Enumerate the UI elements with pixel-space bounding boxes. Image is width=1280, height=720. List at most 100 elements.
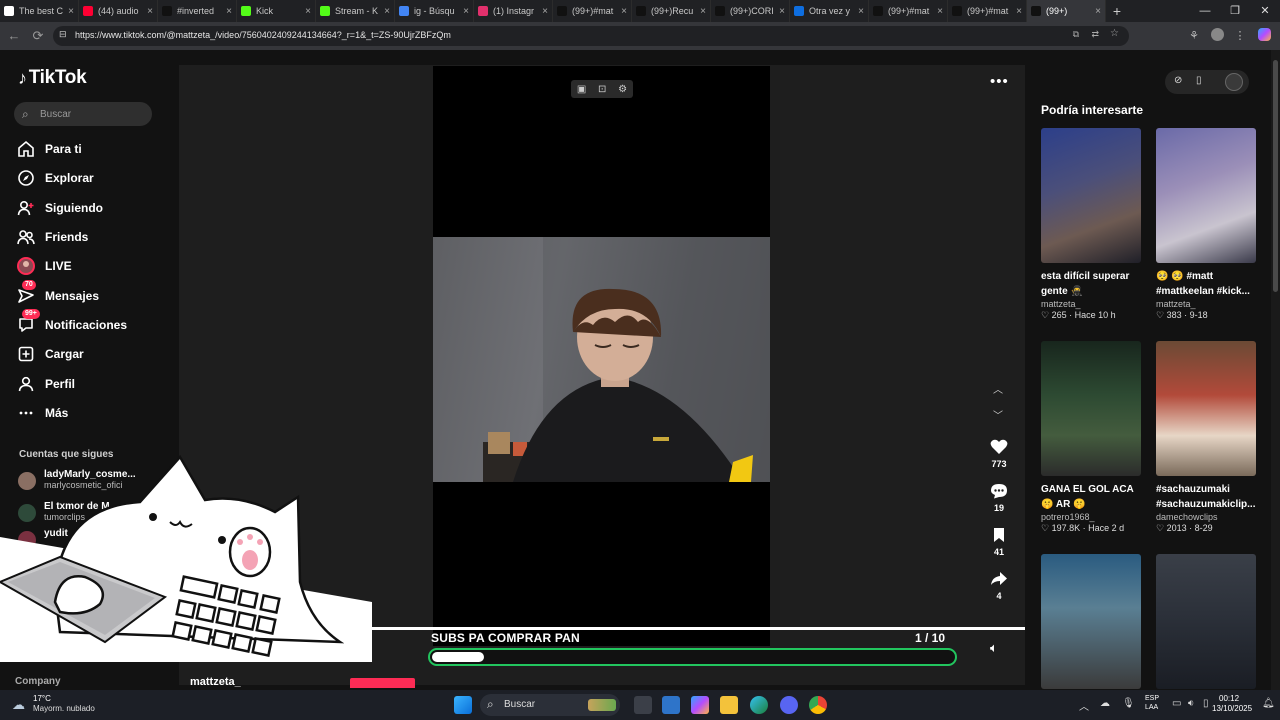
video-caption[interactable]: 🥺 🥺 #matt #mattkeelan #kick...	[1156, 269, 1256, 299]
sidebar-item-cargar[interactable]: Cargar	[16, 343, 166, 365]
browser-tab[interactable]: #inverted ×	[158, 0, 237, 22]
windows-start-icon[interactable]	[454, 696, 472, 714]
chrome-icon[interactable]	[809, 696, 827, 714]
video-author[interactable]: mattzeta_	[190, 676, 241, 688]
extensions-icon[interactable]: ⚘	[1186, 28, 1202, 44]
close-tab-icon[interactable]: ×	[1016, 6, 1022, 17]
settings-icon[interactable]: ⚙	[618, 84, 627, 95]
page-scrollbar[interactable]	[1271, 50, 1280, 690]
scrollbar-thumb[interactable]	[1273, 60, 1278, 292]
edge-icon[interactable]	[750, 696, 768, 714]
sidebar-item-mensajes[interactable]: 70 Mensajes	[16, 280, 166, 307]
volume-icon[interactable]: 🔈︎	[990, 640, 998, 656]
browser-tab[interactable]: Stream - K ×	[316, 0, 395, 22]
search-input[interactable]	[40, 106, 140, 122]
video-caption[interactable]: #sachauzumaki #sachauzumakiclip...	[1156, 482, 1256, 512]
tray-onedrive-icon[interactable]: ☁	[1100, 698, 1110, 709]
star-icon[interactable]: ☆	[1110, 28, 1119, 39]
video-player[interactable]: ▣ ⊡ ⚙	[433, 66, 770, 646]
close-tab-icon[interactable]: ×	[463, 6, 469, 17]
previous-video-icon[interactable]: ︿	[990, 383, 1006, 399]
tray-chevron-icon[interactable]: ︿	[1079, 698, 1089, 713]
pip-icon[interactable]: ▣	[577, 84, 586, 95]
video-author[interactable]: mattzeta_	[1041, 299, 1141, 309]
sidebar-item-para-ti[interactable]: Para ti	[16, 138, 166, 160]
recommended-video-card[interactable]: GANA EL GOL ACA 🤫 AR 🤫 potrero1968_ ♡ 197.…	[1041, 341, 1141, 534]
sidebar-item-notificaciones[interactable]: 99+ Notificaciones	[16, 309, 166, 336]
video-author[interactable]: potrero1968_	[1041, 512, 1141, 522]
language-code[interactable]: ESP	[1145, 695, 1159, 702]
video-thumbnail[interactable]	[1156, 554, 1256, 689]
sidebar-item-m-s[interactable]: Más	[16, 402, 166, 424]
bookmark-action[interactable]: 41	[984, 525, 1014, 557]
reload-icon[interactable]: ⟳	[30, 28, 46, 44]
maximize-icon[interactable]: ❐	[1220, 0, 1250, 22]
close-tab-icon[interactable]: ×	[1095, 6, 1101, 17]
clock-date[interactable]: 13/10/2025	[1212, 704, 1252, 713]
video-author[interactable]: mattzeta_	[1156, 299, 1256, 309]
browser-tab[interactable]: ig - Búsqu ×	[395, 0, 474, 22]
url-bar[interactable]: ⊟ https://www.tiktok.com/@mattzeta_/vide…	[53, 26, 1129, 46]
recommended-video-card[interactable]: 🥺 🥺 #matt #mattkeelan #kick... mattzeta_ ♡…	[1156, 128, 1256, 321]
share-action[interactable]: 4	[984, 569, 1014, 601]
coins-icon[interactable]: ⊘	[1174, 75, 1182, 86]
clock-time[interactable]: 00:12	[1219, 694, 1239, 703]
next-video-icon[interactable]: ﹀	[990, 409, 1006, 425]
close-tab-icon[interactable]: ×	[937, 6, 943, 17]
open-app-icon[interactable]: ⧉	[1073, 29, 1079, 40]
recommended-video-card[interactable]	[1156, 554, 1256, 689]
discord-icon[interactable]	[780, 696, 798, 714]
browser-tab[interactable]: (44) audio ×	[79, 0, 158, 22]
profile-avatar-icon[interactable]	[1209, 28, 1225, 44]
close-tab-icon[interactable]: ×	[147, 6, 153, 17]
capture-icon[interactable]: ⊡	[598, 84, 606, 95]
sidebar-item-perfil[interactable]: Perfil	[16, 373, 166, 395]
device-icon[interactable]: ▯	[1196, 75, 1202, 86]
close-tab-icon[interactable]: ×	[858, 6, 864, 17]
browser-tab[interactable]: (1) Instagr ×	[474, 0, 553, 22]
video-thumbnail[interactable]	[1041, 128, 1141, 263]
browser-tab[interactable]: (99+)Recu ×	[632, 0, 711, 22]
browser-tab[interactable]: (99+)#mat ×	[869, 0, 948, 22]
file-explorer-icon[interactable]	[720, 696, 738, 714]
store-icon[interactable]	[662, 696, 680, 714]
follow-button[interactable]	[350, 678, 415, 688]
tray-battery-icon[interactable]: ▯	[1203, 698, 1209, 709]
close-tab-icon[interactable]: ×	[68, 6, 74, 17]
sidebar-item-friends[interactable]: Friends	[16, 226, 166, 248]
close-tab-icon[interactable]: ×	[621, 6, 627, 17]
video-thumbnail[interactable]	[1041, 554, 1141, 689]
browser-tab[interactable]: (99+)#mat ×	[553, 0, 632, 22]
close-tab-icon[interactable]: ×	[700, 6, 706, 17]
browser-tab[interactable]: Kick ×	[237, 0, 316, 22]
menu-kebab-icon[interactable]: ⋮	[1232, 28, 1248, 44]
browser-tab[interactable]: Otra vez y ×	[790, 0, 869, 22]
keyboard-layout[interactable]: LAA	[1145, 704, 1158, 711]
recommended-video-card[interactable]	[1041, 554, 1141, 689]
browser-tab[interactable]: (99+)CORI ×	[711, 0, 790, 22]
copilot-taskbar-icon[interactable]	[691, 696, 709, 714]
translate-icon[interactable]: ⇄	[1091, 29, 1099, 40]
weather-icon[interactable]: ☁	[12, 697, 25, 713]
browser-tab[interactable]: (99+)#mat ×	[948, 0, 1027, 22]
more-options-icon[interactable]: •••	[990, 73, 1009, 90]
site-info-icon[interactable]: ⊟	[59, 29, 67, 40]
tray-volume-icon[interactable]: 🔉︎	[1188, 698, 1194, 709]
notifications-bell-icon[interactable]: 🔔︎	[1262, 698, 1275, 709]
minimize-icon[interactable]: —	[1190, 0, 1220, 22]
video-thumbnail[interactable]	[1041, 341, 1141, 476]
sidebar-item-explorar[interactable]: Explorar	[16, 167, 166, 189]
sidebar-item-siguiendo[interactable]: Siguiendo	[16, 197, 166, 219]
tray-mic-icon[interactable]: 🎙︎	[1122, 698, 1135, 709]
browser-tab[interactable]: The best C ×	[0, 0, 79, 22]
company-link[interactable]: Company	[15, 676, 61, 687]
close-tab-icon[interactable]: ×	[384, 6, 390, 17]
recommended-video-card[interactable]: esta difícil superar gente 🥷 mattkeelan.…	[1041, 128, 1141, 321]
taskbar-search[interactable]: ⌕ Buscar	[480, 694, 620, 716]
browser-tab[interactable]: (99+) ×	[1027, 0, 1106, 22]
video-caption[interactable]: esta difícil superar gente 🥷 mattkeelan.…	[1041, 269, 1141, 299]
comment-action[interactable]: 19	[984, 481, 1014, 513]
video-author[interactable]: damechowclips	[1156, 512, 1256, 522]
video-thumbnail[interactable]	[1156, 128, 1256, 263]
task-view-icon[interactable]	[634, 696, 652, 714]
